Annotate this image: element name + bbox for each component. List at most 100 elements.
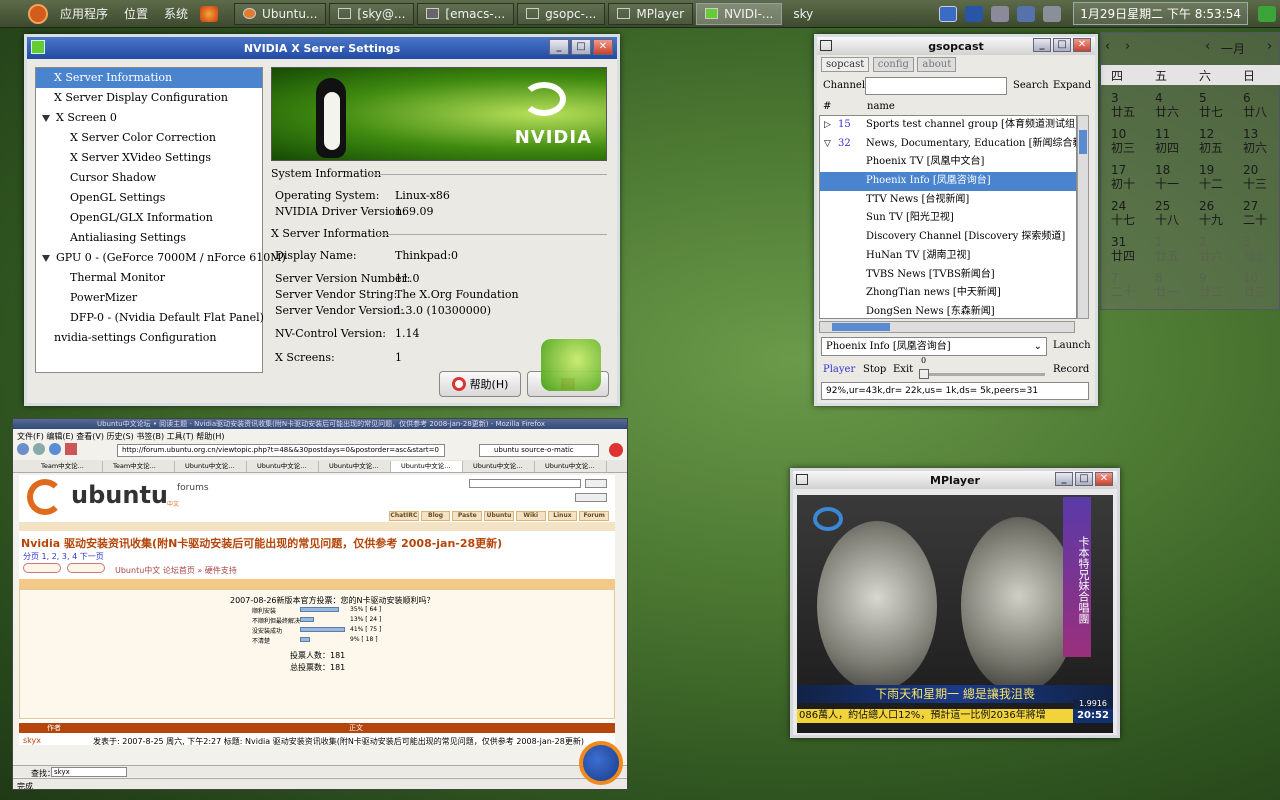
channel-search-input[interactable]	[865, 77, 1007, 95]
forum-nav-item[interactable]: Wiki	[515, 511, 546, 521]
maximize-icon[interactable]: □	[1075, 472, 1093, 486]
tab-config[interactable]: config	[872, 57, 914, 72]
channel-row[interactable]: HuNan TV [湖南卫视]	[820, 247, 1076, 266]
browser-tab[interactable]: Team中文论...	[103, 461, 175, 472]
calendar-day[interactable]: 18 十一	[1155, 163, 1199, 191]
battery-icon[interactable]	[1043, 5, 1062, 22]
minimize-icon[interactable]: _	[1055, 472, 1073, 486]
calendar-day[interactable]: 19 十二	[1199, 163, 1243, 191]
horizontal-scrollbar[interactable]	[819, 321, 1075, 333]
tree-item[interactable]: X Server Display Configuration	[36, 88, 262, 108]
calendar-day[interactable]: 12 初五	[1199, 127, 1243, 155]
forum-nav-item[interactable]: Forum	[579, 511, 610, 521]
running-man-icon[interactable]	[1258, 5, 1276, 22]
calendar-day[interactable]: 5 廿七	[1199, 91, 1243, 119]
calendar-day[interactable]: 27 二十	[1243, 199, 1280, 227]
calendar-day[interactable]: 13 初六	[1243, 127, 1280, 155]
menu-system[interactable]: 系统	[156, 5, 196, 22]
expander-icon[interactable]: ▽	[824, 135, 831, 154]
channel-row[interactable]: TTV News [台视新闻]	[820, 191, 1076, 210]
tree-item[interactable]: Cursor Shadow	[36, 168, 262, 188]
task-terminal-sky[interactable]: [sky@...	[329, 2, 415, 25]
calendar-day[interactable]: 24 十七	[1111, 199, 1155, 227]
channel-combo[interactable]: Phoenix Info [凤凰咨询台] ⌄	[821, 337, 1047, 356]
calendar-day[interactable]: 6 廿八	[1243, 91, 1280, 119]
channel-row[interactable]: Discovery Channel [Discovery 探索频道]	[820, 228, 1076, 247]
stop-button[interactable]: Stop	[863, 364, 886, 375]
forum-nav-item[interactable]: Blog	[420, 511, 451, 521]
menu-applications[interactable]: 应用程序	[52, 5, 116, 22]
calendar-day[interactable]: 26 十九	[1199, 199, 1243, 227]
maximize-icon[interactable]: □	[1053, 38, 1071, 52]
menu-bar[interactable]: 文件(F) 编辑(E) 查看(V) 历史(S) 书签(B) 工具(T) 帮助(H…	[17, 431, 225, 442]
clock[interactable]: 1月29日星期二 下午 8:53:54	[1073, 2, 1248, 25]
calendar-day[interactable]: 2 廿六	[1199, 235, 1243, 263]
minimize-icon[interactable]: _	[549, 39, 569, 55]
close-icon[interactable]: ✕	[1073, 38, 1091, 52]
calendar-day[interactable]: 3 廿五	[1111, 91, 1155, 119]
record-button[interactable]: Record	[1053, 364, 1089, 375]
calendar-day[interactable]: 31 廿四	[1111, 235, 1155, 263]
browser-tab[interactable]: Ubuntu中文论...	[391, 461, 463, 472]
scroll-thumb[interactable]	[832, 323, 890, 331]
calendar-day[interactable]: 3 廿七	[1243, 235, 1280, 263]
network-icon[interactable]	[965, 5, 984, 22]
forum-nav-item[interactable]: Linux	[547, 511, 578, 521]
forward-icon[interactable]	[33, 443, 45, 455]
expander-icon[interactable]	[42, 254, 50, 262]
calendar-day[interactable]: 8 廿一	[1155, 271, 1199, 299]
task-sky[interactable]: sky	[785, 3, 821, 25]
forum-nav-item[interactable]: Paste	[452, 511, 483, 521]
calendar-day[interactable]: 20 十三	[1243, 163, 1280, 191]
browser-tab[interactable]: Ubuntu中文论...	[247, 461, 319, 472]
calendar-day[interactable]: 4 廿六	[1155, 91, 1199, 119]
browser-tab[interactable]: Ubuntu中文论...	[463, 461, 535, 472]
breadcrumb[interactable]: Ubuntu中文 论坛首页 » 硬件支持	[115, 565, 237, 576]
column-header-name[interactable]: name	[867, 101, 895, 112]
channel-row[interactable]: ▽ 32 News, Documentary, Education [新闻综合教育类…	[820, 135, 1076, 154]
calendar-day[interactable]: 25 十八	[1155, 199, 1199, 227]
expander-icon[interactable]	[42, 114, 50, 122]
ubuntu-logo-icon[interactable]	[28, 3, 48, 24]
channel-row[interactable]: Phoenix TV [凤凰中文台]	[820, 153, 1076, 172]
channel-row[interactable]: Sun TV [阳光卫视]	[820, 209, 1076, 228]
calendar-day[interactable]: 10 初三	[1111, 127, 1155, 155]
exit-button[interactable]: Exit	[893, 364, 913, 375]
scroll-thumb[interactable]	[1079, 130, 1087, 154]
channel-row[interactable]: DongSen News [东森新闻]	[820, 303, 1076, 318]
tab-sopcast[interactable]: sopcast	[821, 57, 870, 72]
column-header-num[interactable]: #	[823, 101, 831, 112]
channel-row[interactable]: TVBS News [TVBS新闻台]	[820, 266, 1076, 285]
search-bar[interactable]: ubuntu source-o-matic	[479, 444, 599, 457]
calendar-day[interactable]: 9 廿二	[1199, 271, 1243, 299]
tree-item[interactable]: X Screen 0	[36, 108, 262, 128]
gsopcast-title-bar[interactable]: gsopcast _ □ ✕	[817, 37, 1095, 55]
slider-handle[interactable]	[919, 369, 929, 379]
reply-button[interactable]	[67, 563, 105, 573]
task-gsopcast[interactable]: gsopc-...	[517, 2, 606, 25]
task-emacs[interactable]: [emacs-...	[417, 2, 515, 25]
prev-month-arrow-icon[interactable]: ‹	[1205, 39, 1210, 54]
task-ubuntu-firefox[interactable]: Ubuntu...	[234, 2, 327, 25]
channel-row[interactable]: ▷ 15 Sports test channel group [体育频道测试组]	[820, 116, 1076, 135]
channel-row[interactable]: Phoenix Info [凤凰咨询台]	[820, 172, 1076, 191]
player-button[interactable]: Player	[823, 364, 855, 375]
url-bar[interactable]: http://forum.ubuntu.org.cn/viewtopic.php…	[117, 444, 445, 457]
forum-nav-item[interactable]: Ubuntu	[484, 511, 514, 521]
new-topic-button[interactable]	[23, 563, 61, 573]
post-author[interactable]: skyx	[23, 736, 41, 745]
firefox-title-bar[interactable]: Ubuntu中文论坛 • 阅读主题 - Nvidia驱动安装资讯收集(附N卡驱动…	[13, 419, 627, 429]
pagination[interactable]: 分页 1, 2, 3, 4 下一页	[23, 551, 104, 562]
tree-item[interactable]: X Server XVideo Settings	[36, 148, 262, 168]
forum-search-select[interactable]	[575, 493, 607, 502]
topic-title[interactable]: Nvidia 驱动安装资讯收集(附N卡驱动安装后可能出现的常见问题，仅供参考 2…	[21, 535, 502, 551]
video-area[interactable]: 卡本特兄妹合唱團 下雨天和星期一 總是讓我沮喪 1.9916 086萬人，約佔總…	[797, 495, 1113, 733]
expand-button[interactable]: Expand	[1053, 80, 1091, 91]
tree-item[interactable]: OpenGL Settings	[36, 188, 262, 208]
maximize-icon[interactable]: □	[571, 39, 591, 55]
adblock-icon[interactable]	[609, 443, 623, 457]
browser-tab[interactable]: Ubuntu中文论...	[175, 461, 247, 472]
search-button[interactable]: Search	[1013, 80, 1049, 91]
forum-nav-item[interactable]: ChatIRC	[389, 511, 419, 521]
tree-item[interactable]: Antialiasing Settings	[36, 228, 262, 248]
